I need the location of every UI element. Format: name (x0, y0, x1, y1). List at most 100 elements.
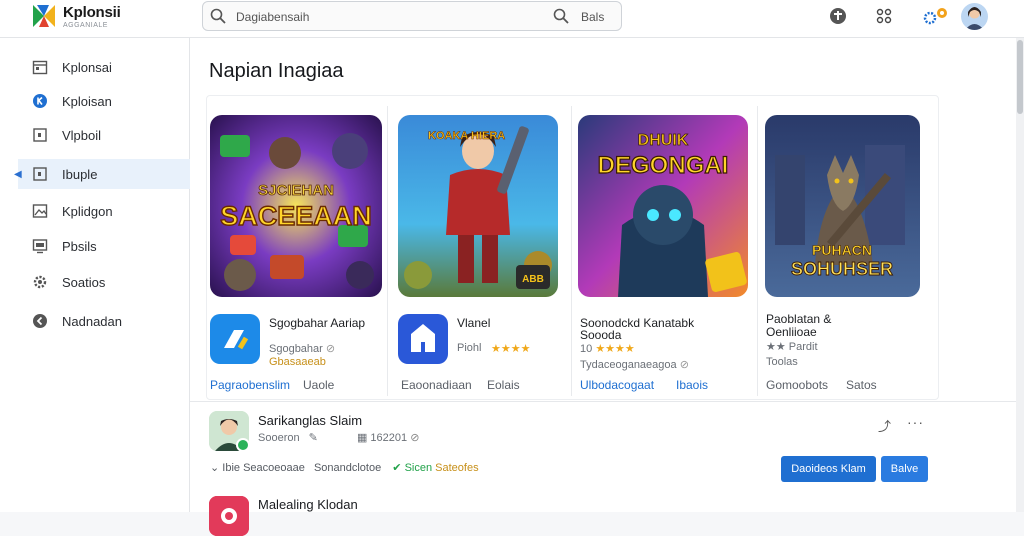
tag-green[interactable]: Sicen (405, 462, 433, 474)
sidebar-item-label: Pbsils (62, 239, 97, 254)
sidebar-item-label: Kplonsai (62, 60, 112, 75)
app-rating: Gbasaaeab (269, 356, 326, 368)
square-icon (33, 167, 47, 181)
art-title: KOAKA HIERA (428, 130, 505, 142)
calendar-icon (32, 60, 48, 75)
notification-icon[interactable] (828, 6, 848, 26)
sidebar-item-label: Kploisan (62, 94, 112, 109)
section-title: Napian Inagiaa (209, 60, 344, 82)
app-card[interactable]: KOAKA HIERA ABB Vlanel Piohl ★★★★ Eaoona… (395, 96, 575, 401)
app-meta-text: Sgogbahar (269, 343, 323, 355)
back-circle-icon (33, 314, 47, 328)
primary-action-button[interactable]: Daoideos Klam (781, 456, 876, 482)
app-link-primary[interactable]: Pagraobenslim (210, 378, 290, 392)
app-artwork[interactable]: KOAKA HIERA ABB (398, 115, 558, 297)
app-card[interactable]: DHUIK DEGONGAI Soonodckd Kanatabk Soooda… (575, 96, 755, 401)
app-name[interactable]: Paoblatan & (766, 312, 831, 326)
search-bar[interactable]: Dagiabensaih Bals (202, 1, 622, 31)
svg-text:ABB: ABB (522, 274, 544, 285)
sidebar-item-kplonsai[interactable]: Kplonsai (18, 52, 190, 82)
sidebar-item-soatios[interactable]: Soatios (18, 267, 190, 297)
item-avatar[interactable] (209, 496, 249, 536)
app-link-secondary[interactable]: Uaole (303, 378, 334, 392)
check-icon: ✔ (392, 462, 402, 474)
app-artwork[interactable]: PUHACN SOHUHSER (765, 115, 920, 297)
card-divider (387, 106, 388, 396)
app-link-primary[interactable]: Eaoonadiaan (401, 378, 472, 392)
info-icon: ⊘ (410, 432, 420, 444)
sidebar: Kplonsai Kploisan Vlpboil ◀ Ibuple Kplid… (0, 38, 190, 512)
app-card[interactable]: PUHACN SOHUHSER Paoblatan & Oenliioae ★★… (762, 96, 942, 401)
sidebar-item-ibuple[interactable]: ◀ Ibuple (14, 159, 190, 189)
sidebar-item-label: Soatios (62, 275, 106, 290)
app-link-primary[interactable]: Gomoobots (766, 378, 828, 392)
search-button[interactable]: Bals (581, 10, 604, 24)
item-title[interactable]: Sarikanglas Slaim (258, 413, 362, 428)
sidebar-item-vlpboil[interactable]: Vlpboil (18, 120, 190, 150)
app-meta: ★★ Pardit (766, 341, 818, 353)
calendar-icon: ▦ (356, 432, 368, 444)
app-name[interactable]: Sgogbahar Aariap (269, 316, 365, 330)
art-title-top: SJCIEHAN (258, 182, 334, 199)
sidebar-item-kploisan[interactable]: Kploisan (18, 86, 190, 116)
app-icon[interactable] (210, 314, 260, 364)
item-date: 162201 (370, 432, 408, 444)
app-name-line2: Oenliioae (766, 325, 817, 339)
app-meta-secondary-text: Tydaceoganaeagoa (580, 359, 677, 371)
settings-gear-icon[interactable] (921, 6, 951, 26)
card-divider (757, 106, 758, 396)
app-artwork[interactable]: SJCIEHAN SACEEAAN (210, 115, 382, 297)
featured-cards-panel: SJCIEHAN SACEEAAN Sgogbahar Aariap Sgogb… (206, 95, 939, 400)
active-indicator-icon: ◀ (14, 169, 22, 180)
chevron-down-icon: ⌄ (210, 462, 220, 474)
image-icon (32, 204, 48, 218)
card-divider (571, 106, 572, 396)
app-meta: Piohl (457, 342, 482, 354)
app-name-line2: Soooda (580, 328, 622, 342)
sidebar-item-label: Kplidgon (62, 204, 113, 219)
brand-name[interactable]: Kplonsii (63, 4, 121, 21)
sidebar-item-kplidgon[interactable]: Kplidgon (18, 196, 190, 226)
search-icon[interactable] (553, 8, 569, 24)
item-tags: ⌄ Ibie Seacoeoaae Sonandclotoe ✔ Sicen S… (210, 461, 479, 474)
search-icon (210, 8, 226, 24)
app-artwork[interactable]: DHUIK DEGONGAI (578, 115, 748, 297)
app-logo-icon[interactable] (31, 3, 57, 29)
item-subtitle: Sooeron ✎ ▦ 162201 ⊘ (258, 431, 419, 444)
sidebar-item-label: Vlpboil (62, 128, 102, 143)
scrollbar[interactable] (1016, 38, 1024, 512)
app-link-secondary[interactable]: Satos (846, 378, 877, 392)
sidebar-item-label: Ibuple (62, 167, 98, 182)
info-icon: ⊘ (325, 343, 336, 355)
online-status-icon (236, 438, 250, 452)
app-meta-count: 10 (580, 343, 593, 355)
app-link-primary[interactable]: Ulbodacogaat (580, 378, 654, 392)
tag[interactable]: Seacoeoaae (243, 462, 305, 474)
app-link-secondary[interactable]: Ibaois (676, 378, 708, 392)
app-meta: Sgogbahar ⊘ (269, 342, 335, 355)
app-card[interactable]: SJCIEHAN SACEEAAN Sgogbahar Aariap Sgogb… (207, 96, 387, 401)
app-meta-secondary: Toolas (766, 356, 798, 368)
tag[interactable]: Sonandclotoe (314, 462, 381, 474)
sidebar-item-nadnadan[interactable]: Nadnadan (18, 306, 190, 336)
scrollbar-thumb[interactable] (1017, 40, 1023, 114)
monitor-icon (32, 239, 48, 254)
app-name[interactable]: Vlanel (457, 316, 490, 330)
tag-orange[interactable]: Sateofes (435, 462, 478, 474)
app-link-secondary[interactable]: Eolais (487, 378, 520, 392)
secondary-action-button[interactable]: Balve (881, 456, 928, 482)
app-icon[interactable] (398, 314, 448, 364)
search-input[interactable]: Dagiabensaih (236, 10, 309, 24)
more-options-icon[interactable]: ··· (907, 414, 924, 430)
sidebar-item-pbsils[interactable]: Pbsils (18, 231, 190, 261)
tag[interactable]: Ibie (222, 462, 240, 474)
user-avatar[interactable] (961, 3, 988, 30)
rating-stars: ★★★★ (595, 343, 635, 355)
share-icon[interactable]: ⤴ (878, 416, 891, 435)
top-bar: Kplonsii AGGANIALE Dagiabensaih Bals (0, 0, 1024, 38)
grid-icon[interactable] (874, 6, 894, 26)
app-rating: ★★★★ (491, 342, 530, 355)
app-meta-secondary: Tydaceoganaeagoa ⊘ (580, 358, 689, 371)
brand-subtitle: AGGANIALE (63, 22, 108, 29)
item-title[interactable]: Malealing Klodan (258, 497, 358, 512)
